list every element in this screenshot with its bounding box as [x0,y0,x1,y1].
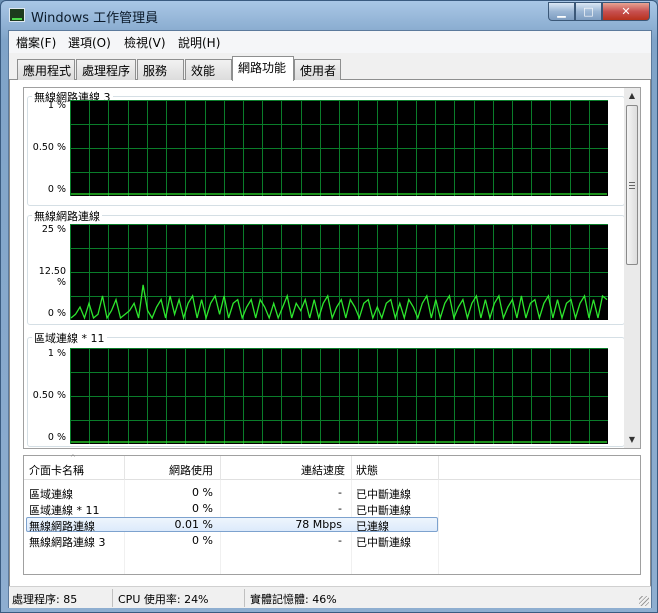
task-manager-window: Windows 工作管理員 ▁ □ ✕ 檔案(F) 選項(O) 檢視(V) 說明… [0,0,658,613]
link-speed: - [338,502,342,515]
menu-view[interactable]: 檢視(V) [124,34,166,51]
status-memory-usage: 實體記憶體: 46% [250,593,337,606]
scroll-up-arrow-icon[interactable]: ▲ [624,88,640,104]
adapter-state: 已中斷連線 [356,488,411,501]
status-process-count: 處理程序: 85 [12,593,78,606]
adapter-name: 無線網路連線 3 [29,536,106,549]
tab-applications[interactable]: 應用程式 [17,59,75,80]
graph-wireless-3: 無線網路連線 3 1 % 0.50 % 0 % [27,89,625,206]
table-row-selected[interactable]: 無線網路連線 0.01 % 78 Mbps 已連線 [24,517,640,533]
link-speed: - [338,534,342,547]
title-bar[interactable]: Windows 工作管理員 ▁ □ ✕ [1,1,657,29]
resize-grip-icon[interactable] [639,596,649,606]
link-speed: 78 Mbps [295,518,342,531]
graph-local-11: 區域連線 * 11 1 % 0.50 % 0 % [27,330,625,447]
status-divider [112,589,113,607]
maximize-icon: □ [583,5,594,18]
sort-arrow-icon: ^ [70,454,76,462]
chart-plot [70,224,608,320]
column-header-adapter-name[interactable]: 介面卡名稱 [29,462,84,478]
link-speed: - [338,486,342,499]
column-header-link-speed[interactable]: 連結速度 [221,462,345,478]
status-bar: 處理程序: 85 CPU 使用率: 24% 實體記憶體: 46% [9,586,651,608]
tab-services[interactable]: 服務 [137,59,184,80]
task-manager-app-icon [9,8,25,22]
networking-panel: 無線網路連線 3 1 % 0.50 % 0 % 無線網路連線 25 % 12.5… [9,80,651,608]
grip-icon [629,182,635,189]
adapter-name: 區域連線 * 11 [29,504,100,517]
scrollbar-thumb[interactable] [626,105,638,265]
tab-performance[interactable]: 效能 [185,59,232,80]
chart-plot [70,348,608,444]
menu-bar: 檔案(F) 選項(O) 檢視(V) 說明(H) [9,31,651,53]
table-row[interactable]: 區域連線 0 % - 已中斷連線 [24,485,640,501]
close-icon: ✕ [621,5,631,18]
table-row[interactable]: 區域連線 * 11 0 % - 已中斷連線 [24,501,640,517]
menu-options[interactable]: 選項(O) [68,34,111,51]
network-graphs-area: 無線網路連線 3 1 % 0.50 % 0 % 無線網路連線 25 % 12.5… [23,87,641,449]
window-title: Windows 工作管理員 [31,11,159,26]
y-tick-label: 1 % [47,100,66,111]
menu-help[interactable]: 說明(H) [178,34,220,51]
column-header-network-usage[interactable]: 網路使用 [125,462,213,478]
adapter-state: 已中斷連線 [356,536,411,549]
tab-processes[interactable]: 處理程序 [76,59,136,80]
graph-title: 區域連線 * 11 [32,330,107,346]
network-usage: 0.01 % [174,518,213,531]
tab-networking[interactable]: 網路功能 [232,56,294,81]
network-usage: 0 % [192,486,213,499]
y-tick-label: 0 % [47,432,66,443]
graph-wireless: 無線網路連線 25 % 12.50 % 0 % [27,208,625,325]
chart-svg [70,224,608,320]
status-cpu-usage: CPU 使用率: 24% [118,593,209,606]
adapter-table: 介面卡名稱 ^ 網路使用 連結速度 狀態 區域連線 0 % - 已中斷連線 區域… [23,454,641,575]
graph-title: 無線網路連線 [32,208,102,224]
y-tick-label: 0 % [47,184,66,195]
network-usage: 0 % [192,502,213,515]
y-tick-label: 0.50 % [32,142,66,153]
tab-bar: 應用程式 處理程序 服務 效能 網路功能 使用者 [9,56,651,81]
minimize-icon: ▁ [557,5,566,18]
y-tick-label: 1 % [47,348,66,359]
table-row[interactable]: 無線網路連線 3 0 % - 已中斷連線 [24,533,640,549]
client-area: 檔案(F) 選項(O) 檢視(V) 說明(H) 應用程式 處理程序 服務 效能 … [8,30,652,608]
menu-file[interactable]: 檔案(F) [16,34,56,51]
minimize-button[interactable]: ▁ [548,2,575,21]
graphs-scrollbar[interactable]: ▲ ▼ [624,88,640,448]
scroll-down-arrow-icon[interactable]: ▼ [624,432,640,448]
column-divider[interactable] [438,456,439,480]
table-header: 介面卡名稱 ^ 網路使用 連結速度 狀態 [24,454,640,480]
status-divider [244,589,245,607]
chart-svg [70,100,608,196]
close-button[interactable]: ✕ [602,2,650,21]
y-tick-label: 12.50 % [38,266,66,288]
adapter-name: 區域連線 [29,488,73,501]
chart-plot [70,100,608,196]
tab-users[interactable]: 使用者 [294,59,341,80]
column-header-state[interactable]: 狀態 [356,462,378,478]
column-divider[interactable] [351,456,352,480]
chart-svg [70,348,608,444]
network-usage: 0 % [192,534,213,547]
y-tick-label: 25 % [41,224,66,235]
y-tick-label: 0 % [47,308,66,319]
adapter-name: 無線網路連線 [29,520,95,533]
y-tick-label: 0.50 % [32,390,66,401]
adapter-state: 已連線 [356,520,389,533]
maximize-button[interactable]: □ [575,2,602,21]
adapter-state: 已中斷連線 [356,504,411,517]
